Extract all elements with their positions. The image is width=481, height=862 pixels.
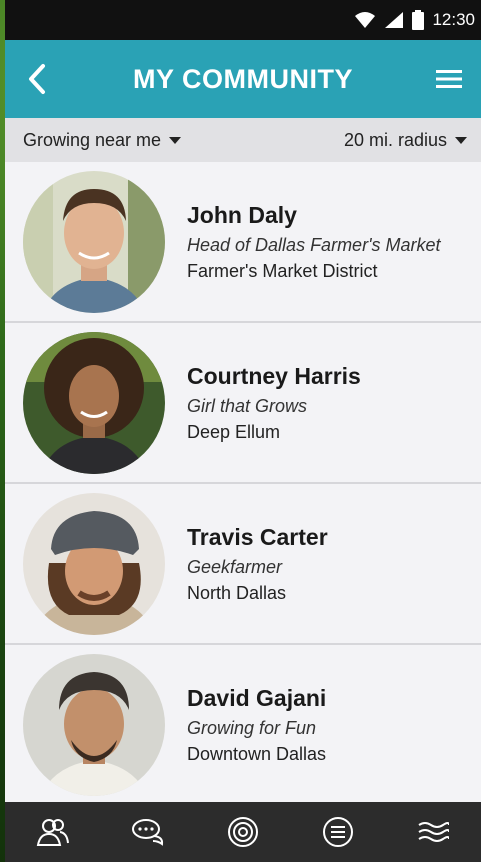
community-icon[interactable]: [23, 802, 83, 862]
target-icon[interactable]: [213, 802, 273, 862]
avatar: [23, 492, 165, 635]
list-item[interactable]: John Daly Head of Dallas Farmer's Market…: [5, 162, 481, 323]
list-item[interactable]: Travis Carter Geekfarmer North Dallas: [5, 484, 481, 645]
person-name: Courtney Harris: [187, 362, 361, 389]
bottom-nav: [5, 802, 481, 862]
location-filter-dropdown[interactable]: Growing near me: [23, 129, 182, 151]
person-location: North Dallas: [187, 582, 287, 603]
person-name: Travis Carter: [187, 523, 328, 550]
status-time: 12:30: [432, 10, 475, 29]
waves-icon[interactable]: [403, 802, 463, 862]
filter-bar: Growing near me 20 mi. radius: [5, 118, 481, 162]
person-location: Downtown Dallas: [187, 743, 327, 764]
caret-down-icon: [455, 136, 467, 144]
person-name: John Daly: [187, 201, 297, 228]
person-info: Travis Carter Geekfarmer North Dallas: [187, 524, 328, 604]
person-info: John Daly Head of Dallas Farmer's Market…: [187, 202, 441, 282]
person-info: David Gajani Growing for Fun Downtown Da…: [187, 685, 326, 765]
app-header: MY COMMUNITY: [5, 40, 481, 118]
person-name: David Gajani: [187, 684, 327, 711]
radius-filter-label: 20 mi. radius: [343, 129, 447, 150]
status-bar: 12:30: [5, 0, 481, 40]
hamburger-menu-icon[interactable]: [431, 59, 467, 99]
person-role: Head of Dallas Farmer's Market: [187, 234, 441, 255]
person-role: Girl that Grows: [187, 395, 308, 416]
location-filter-label: Growing near me: [23, 129, 162, 150]
list-icon[interactable]: [308, 802, 368, 862]
radius-filter-dropdown[interactable]: 20 mi. radius: [344, 130, 467, 151]
avatar: [23, 653, 165, 796]
back-chevron-icon[interactable]: [19, 59, 55, 99]
signal-icon: [384, 11, 404, 29]
people-list: John Daly Head of Dallas Farmer's Market…: [5, 162, 481, 806]
avatar: [23, 331, 165, 474]
battery-icon: [412, 10, 425, 30]
avatar: [23, 170, 165, 313]
person-location: Farmer's Market District: [187, 260, 378, 281]
list-item[interactable]: Courtney Harris Girl that Grows Deep Ell…: [5, 323, 481, 484]
chat-icon[interactable]: [118, 802, 178, 862]
person-location: Deep Ellum: [187, 421, 281, 442]
phone-screen: 12:30 MY COMMUNITY Growing near me 20 mi…: [5, 0, 481, 862]
person-role: Growing for Fun: [187, 717, 317, 738]
page-title: MY COMMUNITY: [133, 63, 353, 94]
wifi-icon: [354, 11, 376, 29]
person-role: Geekfarmer: [187, 556, 283, 577]
caret-down-icon: [169, 136, 182, 144]
person-info: Courtney Harris Girl that Grows Deep Ell…: [187, 363, 361, 443]
list-item[interactable]: David Gajani Growing for Fun Downtown Da…: [5, 645, 481, 806]
